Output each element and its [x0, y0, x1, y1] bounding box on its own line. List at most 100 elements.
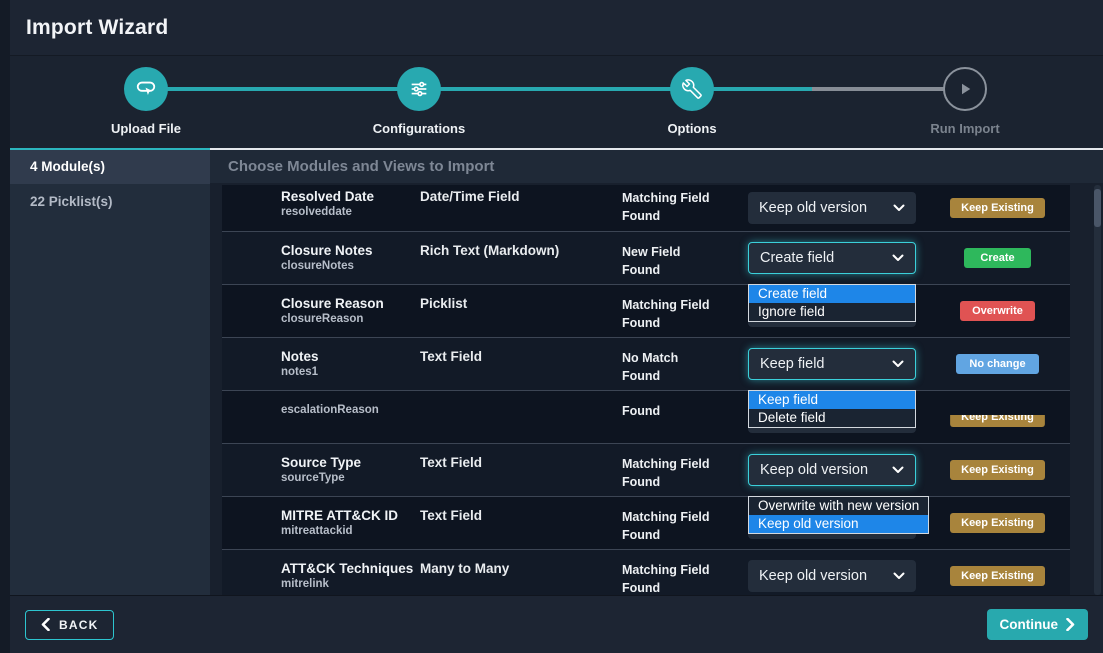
status-badge: Keep Existing: [950, 566, 1045, 586]
sidebar-item-picklists[interactable]: 22 Picklist(s): [10, 184, 210, 220]
table-row: Source Type sourceTypeText FieldMatching …: [222, 444, 1070, 497]
sidebar-item-modules[interactable]: 4 Module(s): [10, 150, 210, 184]
table-row: Closure Reason closureReasonPicklistMatch…: [222, 285, 1070, 338]
dropdown-option[interactable]: Delete field: [749, 409, 915, 427]
match-status-line2: Found: [622, 579, 748, 595]
dropdown-option[interactable]: Ignore field: [749, 303, 915, 321]
back-button[interactable]: BACK: [25, 610, 114, 640]
chevron-left-icon: [41, 618, 50, 631]
status-badge-cell: Overwrite: [925, 301, 1070, 321]
step-label: Upload File: [66, 121, 226, 136]
match-status: Matching FieldFound: [622, 185, 748, 231]
title-bar: Import Wizard: [10, 0, 1103, 56]
action-select[interactable]: Keep old version: [748, 454, 916, 486]
field-name-cell: Closure Notes closureNotes: [222, 232, 420, 284]
step-label: Configurations: [339, 121, 499, 136]
sliders-icon[interactable]: [397, 67, 441, 111]
action-select-value: Keep field: [760, 356, 825, 372]
match-status-line1: Matching Field: [622, 508, 748, 526]
field-name: Source Type: [281, 455, 420, 470]
field-name: Closure Notes: [281, 243, 420, 258]
click-select-icon[interactable]: [124, 67, 168, 111]
field-name-cell: Resolved Dateresolveddate: [222, 185, 420, 231]
action-select-value: Create field: [760, 250, 834, 266]
dropdown-menu: Overwrite with new versionKeep old versi…: [748, 496, 929, 534]
match-status: Matching FieldFound: [622, 285, 748, 337]
status-badge-cell: No change: [925, 354, 1070, 374]
action-select-value: Keep old version: [760, 462, 868, 478]
status-badge: Keep Existing: [950, 407, 1045, 427]
scrollbar-thumb[interactable]: [1094, 189, 1101, 227]
action-select[interactable]: Keep field: [748, 348, 916, 380]
status-badge: Keep Existing: [950, 460, 1045, 480]
match-status-line1: Matching Field: [622, 189, 748, 207]
field-type: Picklist: [420, 285, 622, 337]
field-name-cell: Source Type sourceType: [222, 444, 420, 496]
field-key: mitrelink: [281, 578, 420, 590]
match-status-line1: Matching Field: [622, 455, 748, 473]
field-type: [420, 391, 622, 443]
match-status-line2: Found: [622, 526, 748, 544]
field-name: Closure Reason: [281, 296, 420, 311]
match-status-line2: Found: [622, 402, 748, 420]
table-row: Notesnotes1Text FieldNo MatchFound Keep f…: [222, 338, 1070, 391]
dropdown-option[interactable]: Create field: [749, 285, 915, 303]
field-type: Date/Time Field: [420, 185, 622, 231]
wrench-icon[interactable]: [670, 67, 714, 111]
dropdown-option[interactable]: Overwrite with new version: [749, 497, 928, 515]
match-status: Matching FieldFound: [622, 497, 748, 549]
field-name-cell: ATT&CK Techniquesmitrelink: [222, 550, 420, 595]
action-select[interactable]: Keep old version: [748, 560, 916, 592]
play-icon[interactable]: [943, 67, 987, 111]
left-edge-strip: [0, 0, 10, 653]
table-row: MITRE ATT&CK IDmitreattackidText FieldMa…: [222, 497, 1070, 550]
match-status-line2: Found: [622, 314, 748, 332]
field-type: Text Field: [420, 338, 622, 390]
import-wizard-window: Import Wizard Upload File Configura: [0, 0, 1103, 653]
field-key: closureNotes: [281, 260, 420, 272]
action-select-value: Keep old version: [759, 568, 867, 584]
step-upload-file: Upload File: [66, 67, 226, 136]
chevron-down-icon: [892, 466, 904, 474]
wizard-stepper: Upload File Configurations Options: [10, 56, 1103, 148]
field-name-cell: escalationReason: [222, 391, 420, 443]
dropdown-option[interactable]: Keep old version: [749, 515, 928, 533]
status-badge-cell: Keep Existing: [925, 460, 1070, 480]
status-badge-cell: Keep Existing: [925, 407, 1070, 427]
field-name: Resolved Date: [281, 189, 420, 204]
sidebar-item-label: 4 Module(s): [30, 159, 105, 174]
action-select[interactable]: Create field: [748, 242, 916, 274]
section-header: Choose Modules and Views to Import: [210, 150, 1103, 183]
action-select[interactable]: Keep old version: [748, 192, 916, 224]
match-status: Found: [622, 391, 748, 443]
page-title: Import Wizard: [26, 16, 168, 40]
field-type: Text Field: [420, 444, 622, 496]
step-options: Options: [612, 67, 772, 136]
action-select-cell: Keep old version: [748, 560, 925, 592]
field-type: Many to Many: [420, 550, 622, 595]
action-select-cell: Keep old version: [748, 192, 925, 224]
match-status: No MatchFound: [622, 338, 748, 390]
match-status: Matching FieldFound: [622, 550, 748, 595]
status-badge-cell: Keep Existing: [925, 566, 1070, 586]
table-row: ATT&CK TechniquesmitrelinkMany to ManyMa…: [222, 550, 1070, 595]
scrollbar[interactable]: [1094, 185, 1101, 595]
field-name: Notes: [281, 349, 420, 364]
status-badge: Keep Existing: [950, 198, 1045, 218]
continue-button[interactable]: Continue: [987, 609, 1089, 640]
sidebar: 4 Module(s) 22 Picklist(s): [10, 148, 210, 595]
footer-bar: BACK Continue: [10, 595, 1103, 653]
match-status-line1: New Field: [622, 243, 748, 261]
status-badge-cell: Create: [925, 248, 1070, 268]
field-key: closureReason: [281, 313, 420, 325]
step-configurations: Configurations: [339, 67, 499, 136]
chevron-down-icon: [892, 254, 904, 262]
status-badge-cell: Keep Existing: [925, 198, 1070, 218]
match-status-line1: Matching Field: [622, 296, 748, 314]
field-key: sourceType: [281, 472, 420, 484]
dropdown-option[interactable]: Keep field: [749, 391, 915, 409]
match-status-line2: Found: [622, 367, 748, 385]
field-name-cell: Notesnotes1: [222, 338, 420, 390]
action-select-cell: Keep old versionOverwrite with new versi…: [748, 454, 925, 486]
match-status: Matching FieldFound: [622, 444, 748, 496]
